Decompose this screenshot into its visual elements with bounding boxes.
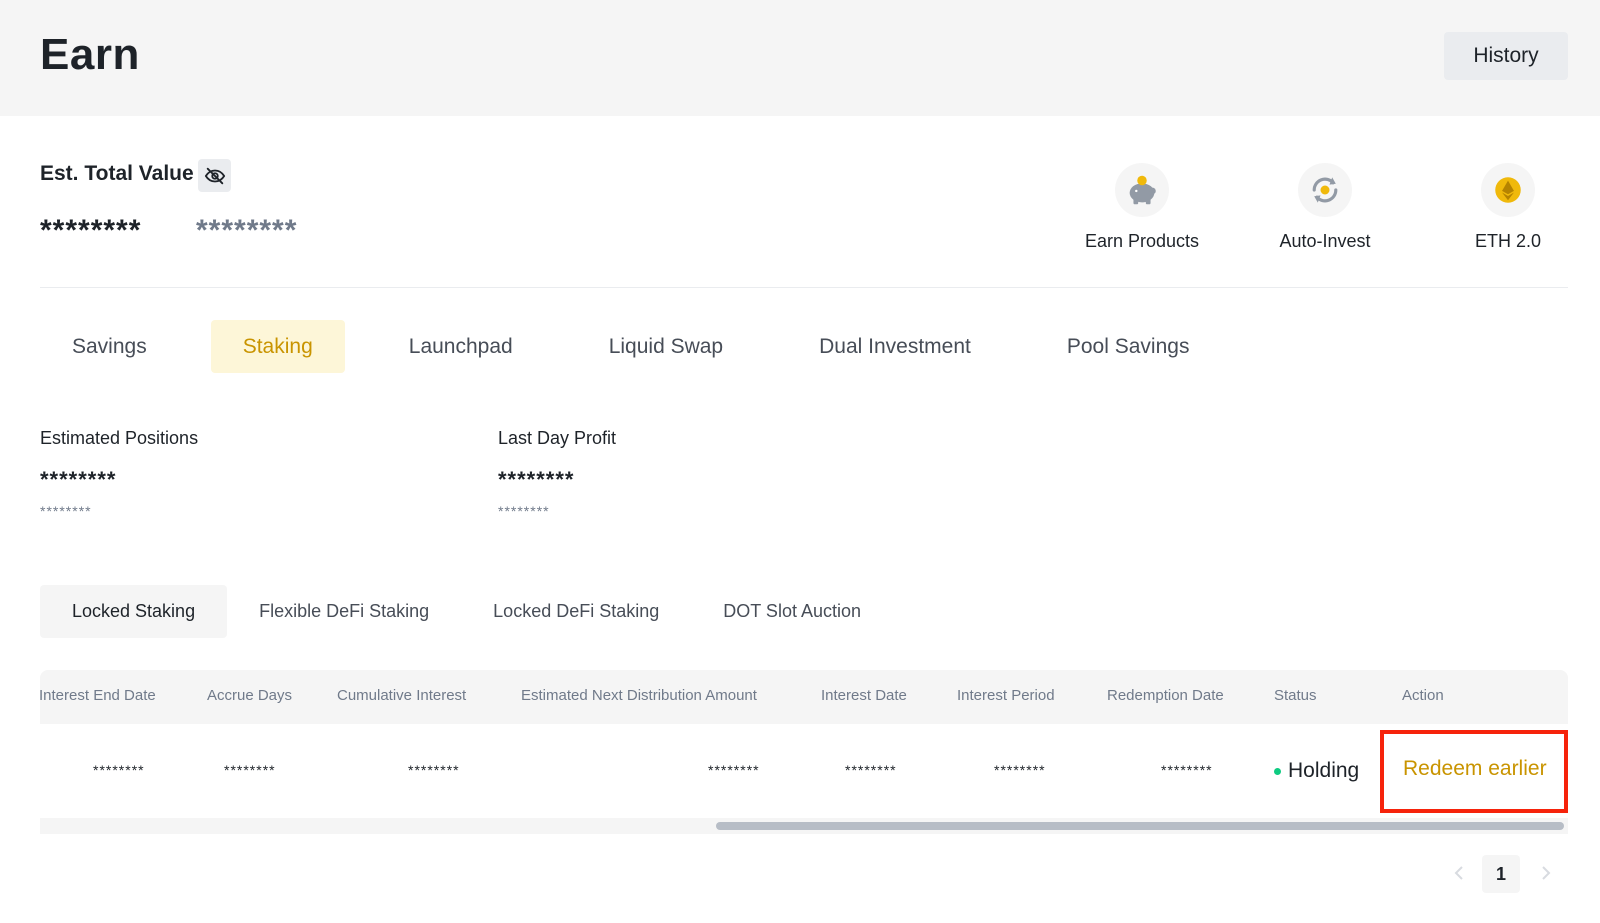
status-badge: Holding — [1274, 759, 1359, 783]
column-header: Cumulative Interest — [337, 687, 467, 704]
stat-value: ******** — [498, 467, 575, 492]
column-header: Action — [1402, 687, 1444, 704]
column-header: Estimated Next Distribution Amount — [521, 687, 757, 704]
stat-label: Last Day Profit — [498, 428, 617, 448]
tab-dual-investment[interactable]: Dual Investment — [787, 320, 1003, 373]
shortcut-eth-2[interactable]: ETH 2.0 — [1428, 163, 1588, 252]
hide-balance-toggle[interactable] — [198, 159, 231, 192]
eye-off-icon — [204, 167, 225, 184]
tab-liquid-swap[interactable]: Liquid Swap — [577, 320, 755, 373]
shortcut-earn-products[interactable]: Earn Products — [1062, 163, 1222, 252]
shortcut-auto-invest[interactable]: Auto-Invest — [1245, 163, 1405, 252]
subtab-flexible-defi-staking[interactable]: Flexible DeFi Staking — [227, 585, 461, 638]
chevron-right-icon — [1542, 866, 1551, 880]
stat-sub-value: ******** — [498, 503, 550, 519]
redeem-earlier-link[interactable]: Redeem earlier — [1403, 757, 1547, 781]
tab-savings[interactable]: Savings — [40, 320, 179, 373]
shortcut-label: ETH 2.0 — [1474, 231, 1542, 251]
stat-estimated-positions: Estimated Positions ******** ******** — [40, 428, 198, 519]
ethereum-icon — [1495, 177, 1521, 203]
shortcut-label: Auto-Invest — [1279, 231, 1371, 251]
page-title: Earn — [40, 30, 140, 79]
est-total-value-label: Est. Total Value — [40, 162, 194, 185]
cell-cumulative-interest: ******** — [408, 762, 460, 778]
column-header: Status — [1274, 687, 1317, 704]
stat-last-day-profit: Last Day Profit ******** ******** — [498, 428, 616, 519]
cell-interest-date: ******** — [845, 762, 897, 778]
total-value-fiat: ******** — [196, 214, 298, 247]
page-number-button[interactable]: 1 — [1482, 855, 1520, 893]
subtab-locked-defi-staking[interactable]: Locked DeFi Staking — [461, 585, 691, 638]
tab-staking[interactable]: Staking — [210, 320, 345, 373]
cell-interest-end-date: ******** — [93, 762, 145, 778]
staking-sub-tabs: Locked Staking Flexible DeFi Staking Loc… — [40, 585, 893, 638]
cell-next-distribution: ******** — [708, 762, 760, 778]
cell-interest-period: ******** — [994, 762, 1046, 778]
total-value: ******** — [40, 214, 142, 247]
product-tabs: Savings Staking Launchpad Liquid Swap Du… — [40, 320, 1253, 373]
prev-page-button[interactable] — [1448, 858, 1470, 888]
stat-value: ******** — [40, 467, 117, 492]
cell-accrue-days: ******** — [224, 762, 276, 778]
subtab-dot-slot-auction[interactable]: DOT Slot Auction — [691, 585, 893, 638]
shortcut-label: Earn Products — [1084, 231, 1200, 251]
history-button[interactable]: History — [1444, 32, 1568, 80]
status-dot-icon — [1274, 767, 1281, 775]
piggy-bank-icon — [1129, 175, 1156, 205]
stat-label: Estimated Positions — [40, 428, 199, 448]
tab-launchpad[interactable]: Launchpad — [377, 320, 545, 373]
subtab-locked-staking[interactable]: Locked Staking — [40, 585, 228, 638]
cell-redemption-date: ******** — [1161, 762, 1213, 778]
next-page-button[interactable] — [1535, 858, 1557, 888]
column-header: Redemption Date — [1107, 687, 1224, 704]
column-header: Interest End Date — [39, 687, 156, 704]
auto-invest-icon — [1312, 177, 1338, 203]
divider — [40, 287, 1568, 288]
status-text: Holding — [1288, 759, 1360, 782]
stat-sub-value: ******** — [40, 503, 92, 519]
column-header: Interest Date — [821, 687, 907, 704]
column-header: Interest Period — [957, 687, 1055, 704]
horizontal-scrollbar-thumb[interactable] — [716, 822, 1564, 830]
tab-pool-savings[interactable]: Pool Savings — [1035, 320, 1222, 373]
page-header: Earn History — [0, 0, 1600, 116]
chevron-left-icon — [1454, 866, 1463, 880]
column-header: Accrue Days — [207, 687, 293, 704]
